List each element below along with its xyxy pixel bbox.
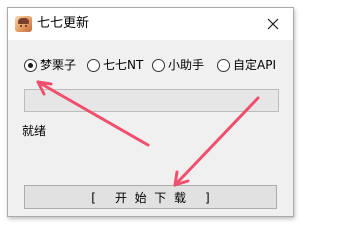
annotation-arrows — [36, 80, 260, 187]
arrow-to-download — [173, 96, 260, 187]
arrow-to-radio — [36, 80, 150, 147]
